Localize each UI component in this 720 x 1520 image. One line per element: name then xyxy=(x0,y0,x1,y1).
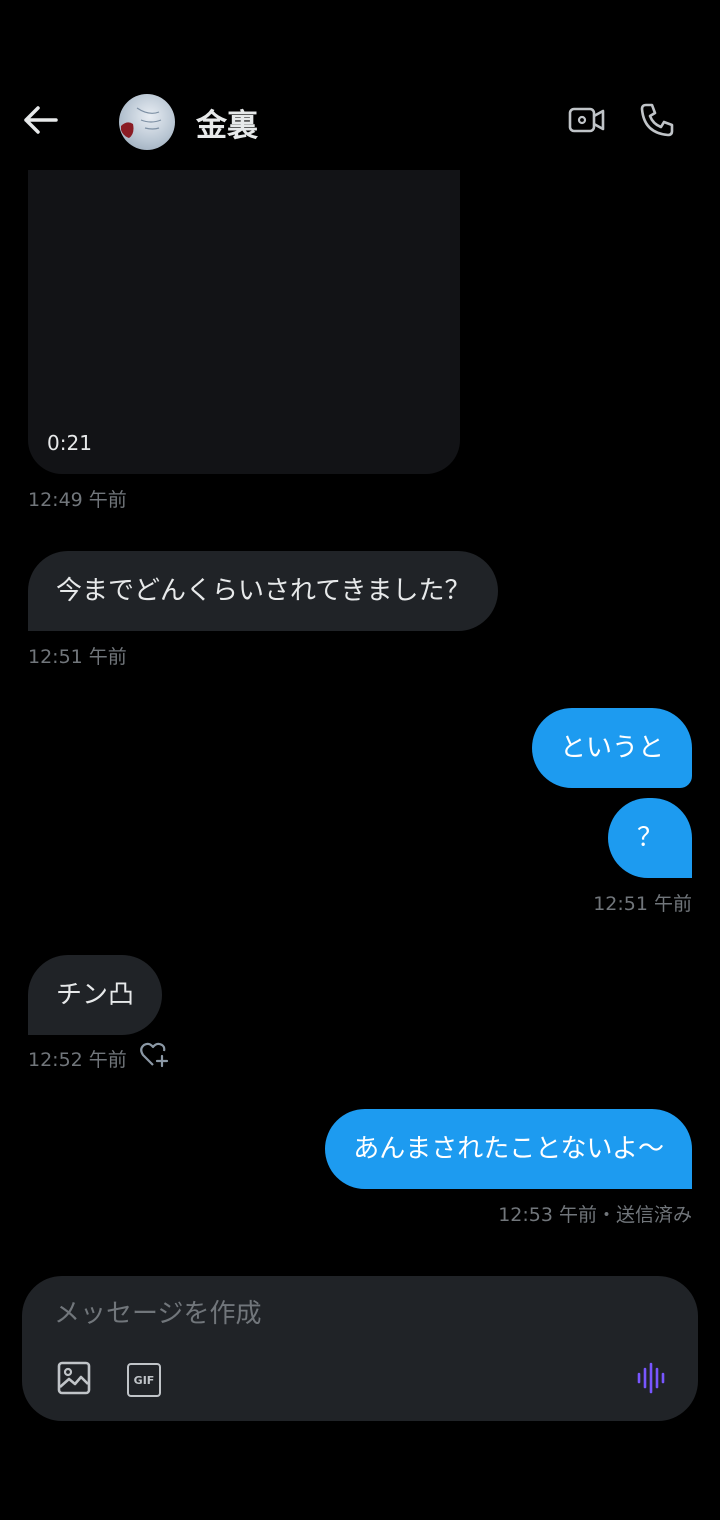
message-bubble-sent[interactable]: ？ xyxy=(608,798,692,878)
video-message[interactable]: 0:21 xyxy=(28,170,460,474)
message-timestamp: 12:52 午前 xyxy=(28,1049,127,1071)
message-timestamp: 12:51 午前 xyxy=(593,893,692,915)
voice-message-button[interactable] xyxy=(630,1358,674,1402)
video-duration: 0:21 xyxy=(47,431,92,455)
message-status-timestamp: 12:53 午前・送信済み xyxy=(498,1204,692,1226)
message-composer: GIF xyxy=(22,1276,698,1421)
back-button[interactable] xyxy=(24,96,88,148)
gif-label: GIF xyxy=(133,1373,155,1387)
message-timestamp: 12:51 午前 xyxy=(28,646,127,668)
heart-plus-icon xyxy=(140,1042,170,1072)
contact-name[interactable]: 金裏 xyxy=(196,100,258,145)
message-input[interactable] xyxy=(54,1296,614,1332)
message-timestamp: 12:49 午前 xyxy=(28,489,127,511)
add-reaction-button[interactable] xyxy=(138,1042,172,1072)
image-button[interactable] xyxy=(52,1358,96,1402)
gif-icon: GIF xyxy=(127,1363,161,1397)
message-bubble-received[interactable]: 今までどんくらいされてきました？ xyxy=(28,551,499,631)
contact-avatar[interactable] xyxy=(119,94,175,150)
voice-waveform-icon xyxy=(635,1361,669,1399)
video-camera-icon xyxy=(568,105,606,139)
message-bubble-received[interactable]: チン凸 xyxy=(28,955,163,1035)
message-bubble-sent[interactable]: というと xyxy=(531,708,692,788)
video-call-button[interactable] xyxy=(563,98,611,146)
image-icon xyxy=(57,1361,91,1399)
message-bubble-sent[interactable]: あんまされたことないよ〜 xyxy=(325,1109,692,1189)
gif-button[interactable]: GIF xyxy=(122,1358,166,1402)
arrow-left-icon xyxy=(24,106,58,138)
phone-call-button[interactable] xyxy=(633,98,681,146)
phone-icon xyxy=(638,101,676,143)
